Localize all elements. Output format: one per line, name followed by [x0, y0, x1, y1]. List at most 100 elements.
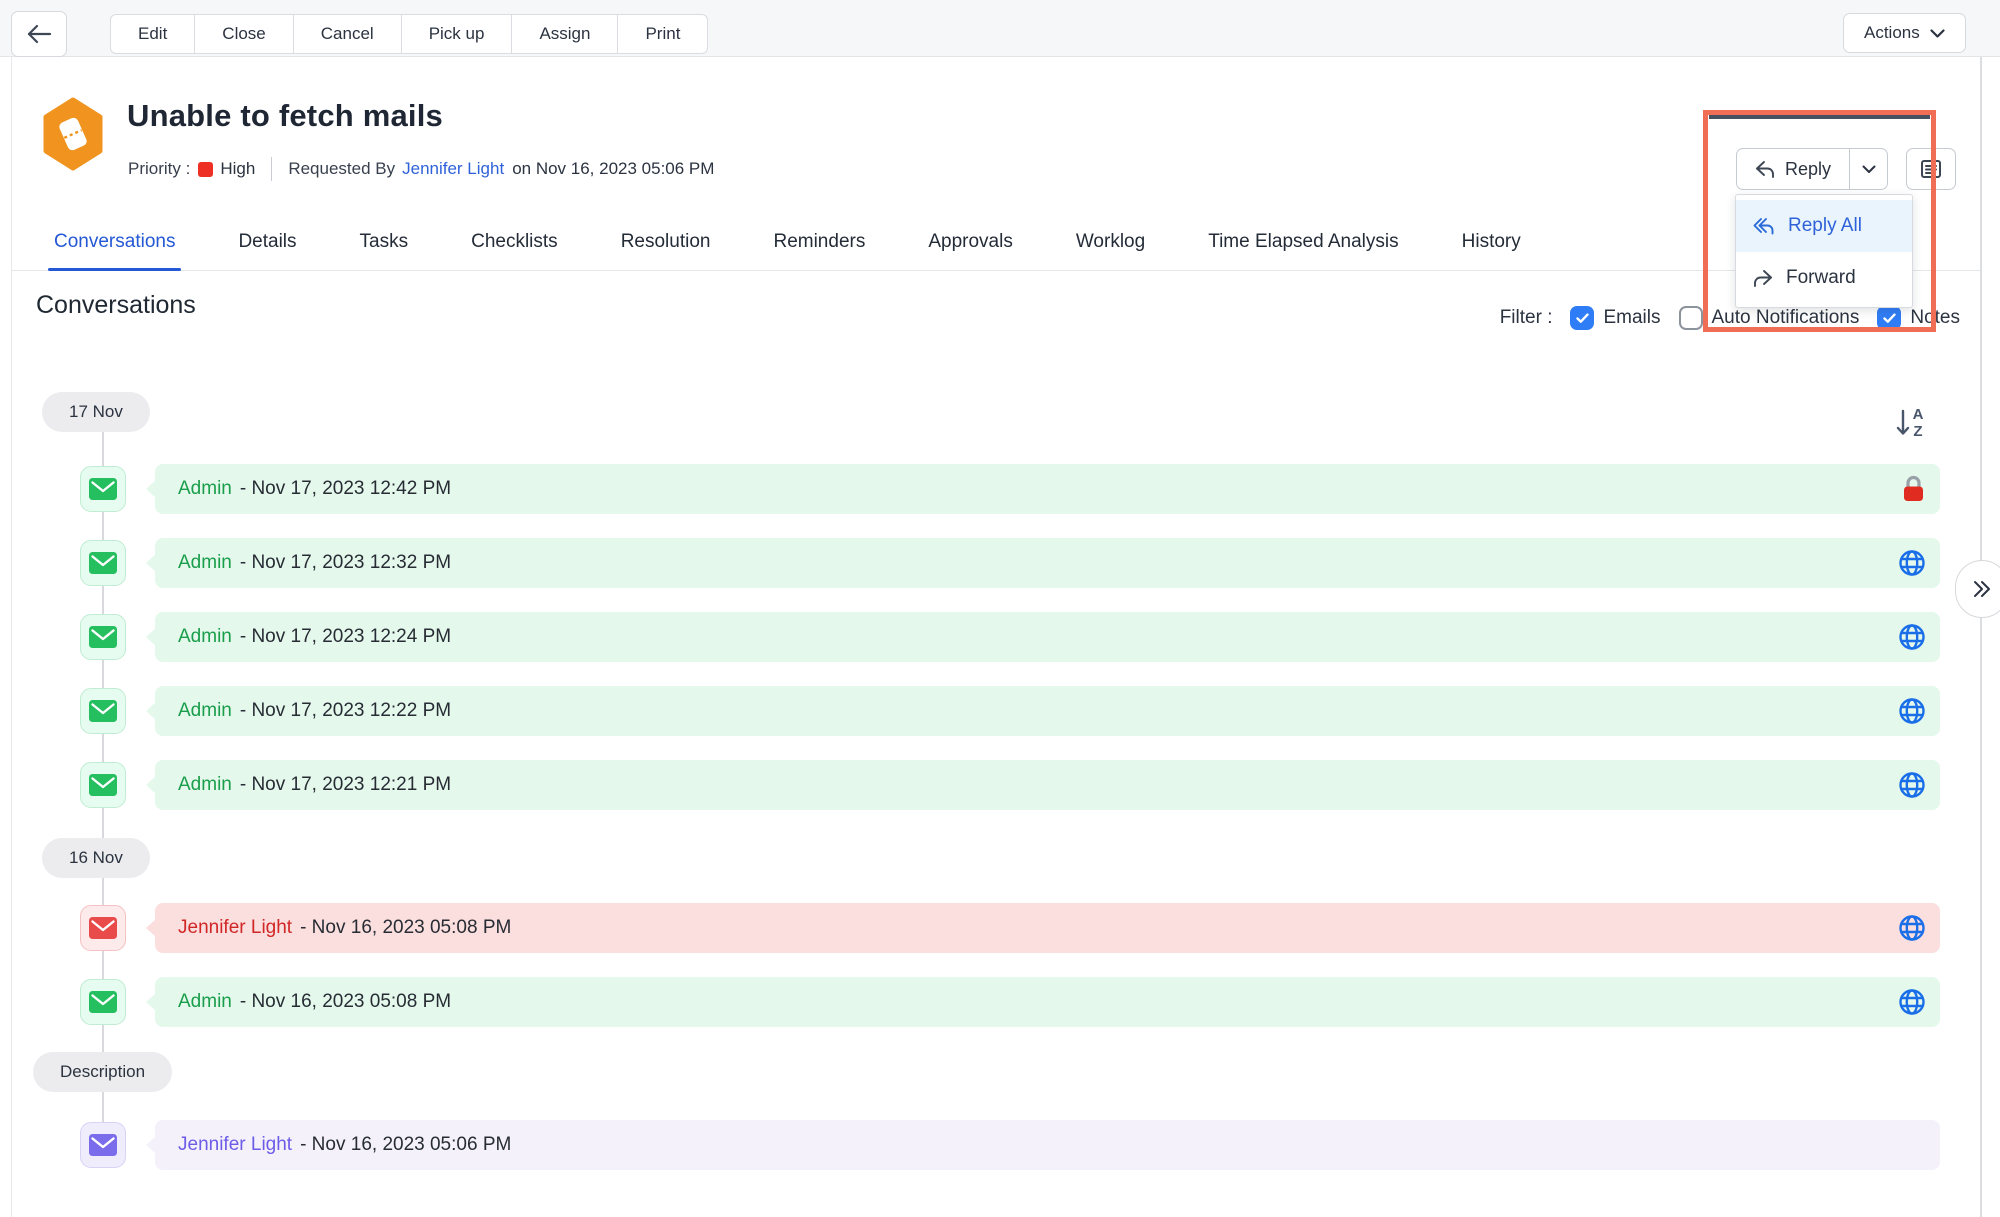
globe-icon [1897, 622, 1927, 652]
filter-emails[interactable]: Emails [1570, 306, 1660, 330]
globe-icon [1897, 913, 1927, 943]
conversation-bubble[interactable]: Admin - Nov 16, 2023 05:08 PM [155, 977, 1940, 1027]
email-icon [80, 466, 126, 512]
filter-emails-label: Emails [1603, 307, 1660, 329]
conversation-row: Admin - Nov 17, 2023 12:21 PM [80, 760, 1940, 810]
filter-auto-notifications[interactable]: Auto Notifications [1679, 306, 1860, 330]
tab-bar: Conversations Details Tasks Checklists R… [12, 214, 1982, 271]
reply-icon [1755, 160, 1775, 178]
back-arrow-icon [25, 23, 53, 45]
conversation-bubble[interactable]: Admin - Nov 17, 2023 12:21 PM [155, 760, 1940, 810]
menu-item-label: Forward [1786, 267, 1856, 289]
auto-notifications-checkbox[interactable] [1679, 306, 1703, 330]
globe-icon [1897, 696, 1927, 726]
conversation-row: Jennifer Light - Nov 16, 2023 05:08 PM [80, 903, 1940, 953]
description-row: Jennifer Light - Nov 16, 2023 05:06 PM [80, 1120, 1940, 1170]
date-group-pill: 16 Nov [42, 838, 150, 878]
tab-checklists[interactable]: Checklists [471, 214, 558, 270]
globe-icon [1897, 548, 1927, 578]
svg-text:Z: Z [1913, 423, 1922, 440]
menu-item-reply-all[interactable]: Reply All [1736, 200, 1912, 252]
tab-approvals[interactable]: Approvals [928, 214, 1013, 270]
conversation-bubble[interactable]: Admin - Nov 17, 2023 12:42 PM [155, 464, 1940, 514]
email-icon [80, 905, 126, 951]
filter-notes[interactable]: Notes [1877, 306, 1960, 330]
notes-checkbox[interactable] [1877, 306, 1901, 330]
conversation-timestamp: - Nov 16, 2023 05:06 PM [300, 1134, 511, 1156]
tab-resolution[interactable]: Resolution [621, 214, 711, 270]
assign-button[interactable]: Assign [512, 14, 618, 54]
email-icon [80, 614, 126, 660]
edit-button[interactable]: Edit [110, 14, 195, 54]
forward-icon [1753, 269, 1773, 287]
actions-button[interactable]: Actions [1843, 13, 1966, 53]
conversation-timestamp: - Nov 17, 2023 12:24 PM [240, 626, 451, 648]
reply-all-icon [1753, 217, 1775, 235]
email-icon [80, 979, 126, 1025]
reply-button[interactable]: Reply [1737, 149, 1849, 189]
cancel-button[interactable]: Cancel [294, 14, 402, 54]
conversation-row: Admin - Nov 17, 2023 12:22 PM [80, 686, 1940, 736]
reply-split-button[interactable]: Reply [1736, 148, 1888, 190]
conversation-bubble[interactable]: Jennifer Light - Nov 16, 2023 05:06 PM [155, 1120, 1940, 1170]
conversation-bubble[interactable]: Admin - Nov 17, 2023 12:24 PM [155, 612, 1940, 662]
conversation-author: Admin [178, 991, 232, 1013]
lock-icon [1900, 474, 1927, 505]
pickup-button[interactable]: Pick up [402, 14, 513, 54]
conversation-author: Jennifer Light [178, 917, 292, 939]
requested-on: on Nov 16, 2023 05:06 PM [512, 159, 714, 179]
conversation-row: Admin - Nov 17, 2023 12:42 PM [80, 464, 1940, 514]
meta-divider [271, 157, 272, 181]
tab-details[interactable]: Details [238, 214, 296, 270]
tab-history[interactable]: History [1462, 214, 1521, 270]
emails-checkbox[interactable] [1570, 306, 1594, 330]
tab-conversations[interactable]: Conversations [54, 214, 175, 270]
priority-value: High [220, 159, 255, 179]
conversation-timestamp: - Nov 17, 2023 12:32 PM [240, 552, 451, 574]
ticket-page: Edit Close Cancel Pick up Assign Print A… [0, 0, 2000, 1217]
conversation-row: Admin - Nov 16, 2023 05:08 PM [80, 977, 1940, 1027]
date-group-pill: Description [33, 1052, 172, 1092]
tab-time-elapsed-analysis[interactable]: Time Elapsed Analysis [1208, 214, 1398, 270]
notes-button[interactable] [1906, 148, 1956, 190]
globe-icon [1897, 987, 1927, 1017]
annotation-top-shadow [1709, 115, 1930, 119]
tab-worklog[interactable]: Worklog [1076, 214, 1145, 270]
reply-dropdown-toggle[interactable] [1849, 149, 1887, 189]
priority-color-badge [198, 162, 213, 177]
double-chevron-right-icon [1970, 577, 1994, 601]
conversation-row: Admin - Nov 17, 2023 12:24 PM [80, 612, 1940, 662]
close-button[interactable]: Close [195, 14, 293, 54]
conversation-row: Admin - Nov 17, 2023 12:32 PM [80, 538, 1940, 588]
date-group-pill: 17 Nov [42, 392, 150, 432]
page-title: Unable to fetch mails [127, 98, 443, 134]
ticket-meta: Priority : High Requested By Jennifer Li… [128, 155, 714, 183]
conversation-timestamp: - Nov 16, 2023 05:08 PM [240, 991, 451, 1013]
email-icon [80, 540, 126, 586]
email-icon [80, 1122, 126, 1168]
menu-item-forward[interactable]: Forward [1736, 252, 1912, 304]
tab-reminders[interactable]: Reminders [773, 214, 865, 270]
sort-az-icon[interactable]: A Z [1890, 402, 1932, 444]
reply-label: Reply [1785, 159, 1831, 180]
actions-label: Actions [1864, 23, 1920, 43]
back-button[interactable] [11, 11, 67, 57]
notes-icon [1919, 157, 1943, 181]
conversation-bubble[interactable]: Jennifer Light - Nov 16, 2023 05:08 PM [155, 903, 1940, 953]
conversation-timestamp: - Nov 16, 2023 05:08 PM [300, 917, 511, 939]
check-icon [1883, 313, 1896, 324]
panel-expand-handle[interactable] [1955, 560, 2000, 618]
conversation-bubble[interactable]: Admin - Nov 17, 2023 12:32 PM [155, 538, 1940, 588]
reply-dropdown-menu: Reply All Forward [1735, 194, 1913, 308]
conversation-author: Admin [178, 626, 232, 648]
tab-tasks[interactable]: Tasks [360, 214, 409, 270]
filter-label: Filter : [1500, 307, 1553, 329]
svg-text:A: A [1913, 406, 1924, 423]
conversation-bubble[interactable]: Admin - Nov 17, 2023 12:22 PM [155, 686, 1940, 736]
priority-label: Priority : [128, 159, 190, 179]
print-button[interactable]: Print [618, 14, 708, 54]
requester-link[interactable]: Jennifer Light [402, 159, 504, 179]
conversation-timestamp: - Nov 17, 2023 12:21 PM [240, 774, 451, 796]
email-icon [80, 688, 126, 734]
chevron-down-icon [1930, 29, 1945, 38]
